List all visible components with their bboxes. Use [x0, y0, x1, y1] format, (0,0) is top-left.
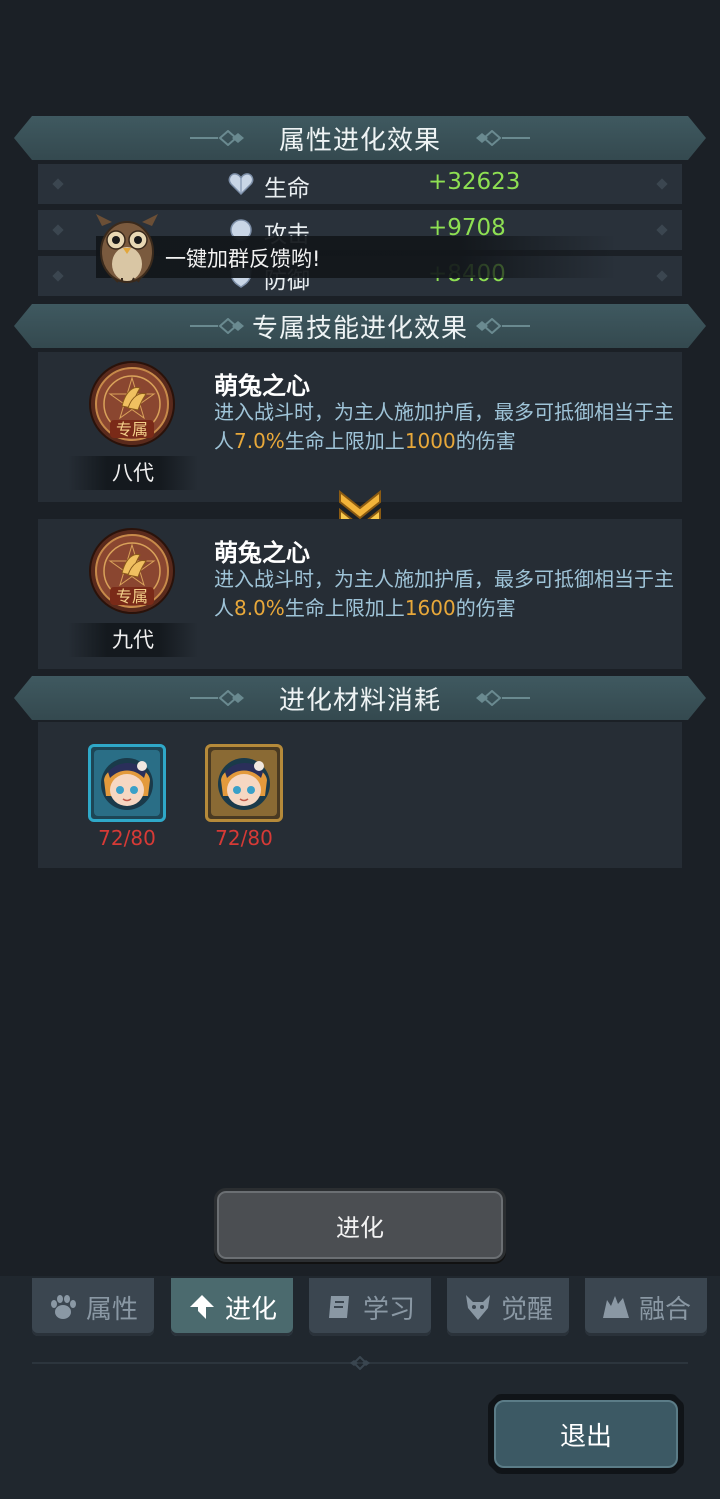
attr-section-banner: 属性进化效果	[14, 116, 706, 160]
generation-label: 九代	[68, 623, 198, 657]
owl-mascot-icon	[96, 214, 158, 283]
tab-label: 融合	[638, 1294, 691, 1325]
material-item[interactable]	[205, 744, 283, 822]
character-portrait-icon	[94, 750, 160, 816]
skill-section-banner: 专属技能进化效果	[14, 304, 706, 348]
wolf-head-icon	[465, 1295, 490, 1320]
stat-name: 生命	[264, 176, 310, 202]
ornament-right-icon	[474, 318, 530, 334]
toast-text: ，一键加群反馈哟!	[144, 247, 321, 271]
stat-value: +32623	[428, 169, 521, 195]
diamond-icon	[656, 270, 668, 282]
fusion-icon	[602, 1296, 629, 1318]
generation-label: 八代	[68, 456, 198, 490]
skill-panel-current: 专属 八代 萌兔之心 进入战斗时，为主人施加护盾，最多可抵御相当于主人7.0%生…	[38, 352, 682, 502]
diamond-icon	[52, 224, 64, 236]
desc-text: 的伤害	[455, 596, 516, 620]
tab-label: 学习	[362, 1294, 415, 1325]
ornament-left-icon	[190, 690, 246, 706]
tab-fusion[interactable]: 融合	[585, 1278, 707, 1336]
skill-section-title: 专属技能进化效果	[251, 313, 468, 344]
book-icon	[328, 1296, 349, 1318]
diamond-icon	[656, 178, 668, 190]
ornament-left-icon	[190, 318, 246, 334]
skill-description: 进入战斗时，为主人施加护盾，最多可抵御相当于主人7.0%生命上限加上1000的伤…	[214, 398, 674, 456]
exclusive-skill-badge-icon[interactable]: 专属	[88, 527, 176, 615]
shield-amount: 1000	[404, 429, 456, 453]
exit-button[interactable]: 退出	[488, 1394, 684, 1474]
material-section-title: 进化材料消耗	[278, 685, 441, 716]
tab-learning[interactable]: 学习	[309, 1278, 431, 1336]
feedback-toast[interactable]: ，一键加群反馈哟!	[96, 236, 616, 278]
divider-ornament-icon	[350, 1356, 370, 1370]
desc-text: 的伤害	[455, 429, 516, 453]
character-portrait-icon	[211, 750, 277, 816]
tab-label: 觉醒	[500, 1294, 553, 1325]
diamond-icon	[656, 224, 668, 236]
desc-text: 生命上限加上	[284, 596, 405, 620]
material-count: 72/80	[215, 826, 273, 850]
material-item[interactable]	[88, 744, 166, 822]
skill-name: 萌兔之心	[214, 539, 310, 567]
pet-evolution-screen: 属性进化效果 生命 +32623 攻击 +9708 防御 +8400	[0, 0, 720, 1499]
exclusive-skill-badge-icon[interactable]: 专属	[88, 360, 176, 448]
stat-row-hp: 生命 +32623	[38, 164, 682, 204]
arrow-up-icon	[189, 1295, 214, 1319]
badge-text: 专属	[116, 587, 148, 606]
shield-amount: 1600	[404, 596, 456, 620]
shield-percent: 7.0%	[234, 429, 285, 453]
evolve-button[interactable]: 进化	[214, 1188, 506, 1262]
diamond-icon	[52, 270, 64, 282]
diamond-icon	[52, 178, 64, 190]
tab-label: 属性	[85, 1294, 138, 1325]
skill-name: 萌兔之心	[214, 372, 310, 400]
tab-attributes[interactable]: 属性	[32, 1278, 154, 1336]
heart-icon	[228, 173, 254, 196]
skill-description: 进入战斗时，为主人施加护盾，最多可抵御相当于主人8.0%生命上限加上1600的伤…	[214, 565, 674, 623]
exit-button-label: 退出	[494, 1400, 678, 1468]
ornament-right-icon	[474, 130, 530, 146]
badge-text: 专属	[116, 420, 148, 439]
material-panel: 72/80 72/80	[38, 722, 682, 868]
tab-awakening[interactable]: 觉醒	[447, 1278, 569, 1336]
material-section-banner: 进化材料消耗	[14, 676, 706, 720]
desc-text: 生命上限加上	[284, 429, 405, 453]
tab-label: 进化	[224, 1294, 277, 1325]
paw-icon	[50, 1295, 76, 1319]
ornament-right-icon	[474, 690, 530, 706]
ornament-left-icon	[190, 130, 246, 146]
skill-panel-next: 专属 九代 萌兔之心 进入战斗时，为主人施加护盾，最多可抵御相当于主人8.0%生…	[38, 519, 682, 669]
material-count: 72/80	[98, 826, 156, 850]
tab-evolution[interactable]: 进化	[171, 1278, 293, 1336]
attr-section-title: 属性进化效果	[278, 125, 441, 156]
shield-percent: 8.0%	[234, 596, 285, 620]
